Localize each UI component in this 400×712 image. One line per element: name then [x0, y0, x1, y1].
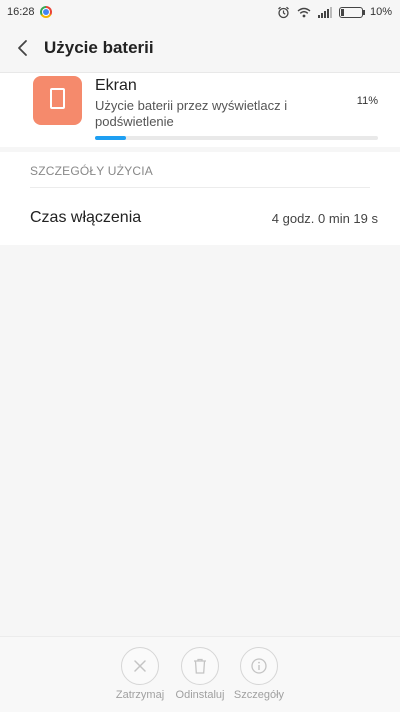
- status-bar: 16:28 10%: [0, 0, 400, 24]
- details-label: Szczegóły: [233, 689, 285, 701]
- status-time: 16:28: [7, 6, 35, 18]
- battery-icon: [338, 6, 365, 18]
- usage-progress-bar: [95, 136, 378, 140]
- usage-progress-fill: [95, 136, 127, 140]
- wifi-icon: [297, 7, 311, 17]
- back-button[interactable]: [3, 24, 43, 72]
- section-title: SZCZEGÓŁY UŻYCIA: [30, 164, 154, 178]
- bottom-action-bar: Zatrzymaj Odinstaluj Szczegóły: [0, 636, 400, 712]
- usage-details-section: SZCZEGÓŁY UŻYCIA Czas włączenia 4 godz. …: [0, 152, 400, 245]
- on-time-label: Czas włączenia: [30, 209, 142, 226]
- status-icons: 10%: [277, 6, 392, 19]
- alarm-icon: [278, 6, 289, 18]
- trash-icon: [181, 647, 219, 685]
- app-usage-card: Ekran Użycie baterii przez wyświetlacz i…: [0, 72, 400, 147]
- info-icon: [240, 647, 278, 685]
- usage-percent: 11%: [356, 95, 378, 107]
- app-name: Ekran: [95, 77, 137, 94]
- header: Użycie baterii: [0, 24, 400, 72]
- battery-percent: 10%: [369, 6, 392, 18]
- on-time-value: 4 godz. 0 min 19 s: [271, 211, 378, 226]
- details-button[interactable]: Szczegóły: [224, 647, 294, 701]
- chrome-notification-icon: [39, 6, 52, 18]
- chevron-left-icon: [18, 40, 27, 56]
- page-title: Użycie baterii: [44, 38, 154, 57]
- app-description: Użycie baterii przez wyświetlacz i podśw…: [95, 98, 288, 129]
- divider: [30, 187, 370, 188]
- close-icon: [121, 647, 159, 685]
- signal-icon: [317, 6, 332, 18]
- screen-icon: [33, 76, 82, 125]
